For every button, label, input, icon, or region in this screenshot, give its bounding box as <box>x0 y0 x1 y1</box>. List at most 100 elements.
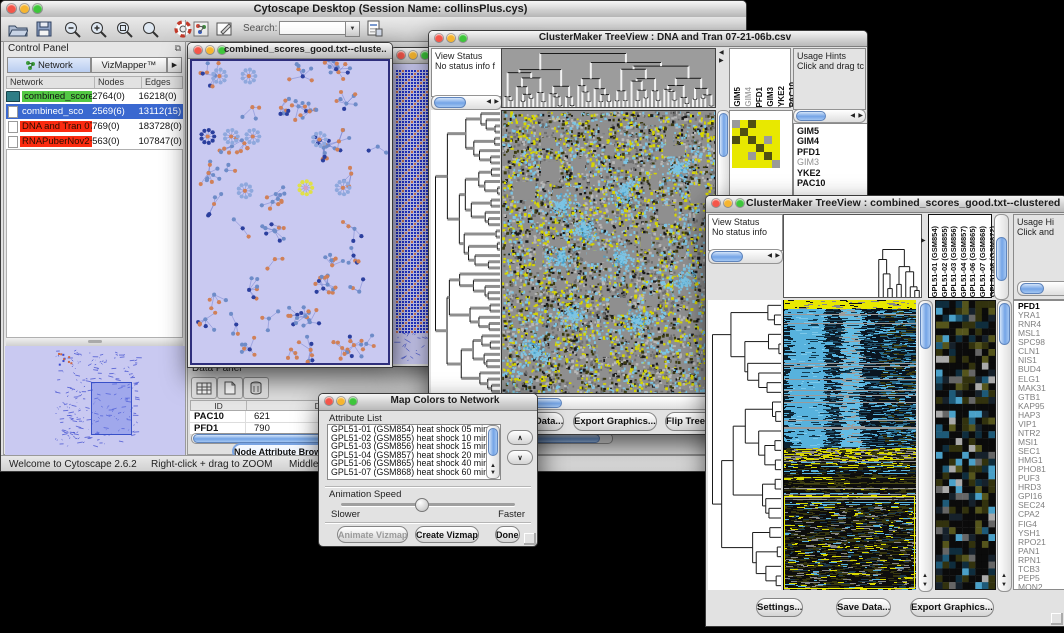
tv1-column-label[interactable]: GIM5 <box>733 87 742 107</box>
tv1-vscroll-thumb[interactable] <box>719 113 728 157</box>
close-icon[interactable] <box>194 46 202 54</box>
attribute-list-vscrollbar[interactable]: ▲ ▼ <box>486 425 500 479</box>
scroll-up-icon[interactable]: ▲ <box>1001 573 1007 579</box>
done-button[interactable]: Done <box>495 526 520 543</box>
tv1-usage-hscroll-thumb[interactable] <box>796 111 826 121</box>
tv1-row-dendrogram[interactable] <box>431 110 500 394</box>
tv2-heatmap[interactable] <box>783 300 916 590</box>
network-row[interactable]: RNAPuberNov2+563(0)107847(0) <box>6 134 183 149</box>
scroll-down-icon[interactable]: ▼ <box>922 582 928 588</box>
network-row[interactable]: combined_sco2569(6)13112(15) <box>6 104 183 119</box>
tv2-labels-vscrollbar[interactable] <box>994 214 1009 300</box>
main-title-bar[interactable]: Cytoscape Desktop (Session Name: collins… <box>1 1 746 18</box>
network-canvas[interactable] <box>190 59 390 365</box>
close-icon[interactable] <box>7 4 16 13</box>
open-session-button[interactable] <box>6 19 30 38</box>
close-icon[interactable] <box>435 34 443 42</box>
nav-right-icon[interactable]: ▶ <box>719 58 724 64</box>
treeview1-title-bar[interactable]: ClusterMaker TreeView : DNA and Tran 07-… <box>429 31 867 47</box>
tv2-vscroll-thumb[interactable] <box>920 303 931 349</box>
zoom-in-button[interactable] <box>87 19 111 38</box>
background-network-view[interactable] <box>393 64 433 364</box>
tv1-column-label[interactable]: GIM4 <box>744 87 753 107</box>
treeview2-title-bar[interactable]: ClusterMaker TreeView : combined_scores_… <box>706 196 1064 213</box>
nav-right-icon[interactable]: ▶ <box>921 238 926 244</box>
tv1-column-label[interactable]: PFD1 <box>755 87 764 107</box>
scroll-left-icon[interactable]: ◀ <box>767 253 772 259</box>
tv2-row-dendrogram[interactable] <box>708 300 781 590</box>
tv2-zoom-vscroll-thumb[interactable] <box>999 303 1010 345</box>
resize-grip[interactable] <box>524 533 536 545</box>
close-icon[interactable] <box>325 397 333 405</box>
scroll-down-icon[interactable]: ▼ <box>490 470 496 476</box>
move-up-button[interactable]: ∧ <box>507 430 533 445</box>
zoom-selected-button[interactable] <box>113 19 137 38</box>
speed-slider-thumb[interactable] <box>415 498 429 512</box>
minimize-icon[interactable] <box>206 46 214 54</box>
panel-splitter[interactable] <box>6 338 183 346</box>
tv2-vscrollbar[interactable]: ▲ ▼ <box>918 300 933 592</box>
col-network[interactable]: Network <box>7 77 95 88</box>
network-row[interactable]: DNA and Tran 07769(0)183728(0) <box>6 119 183 134</box>
save-session-button[interactable] <box>32 19 56 38</box>
col-edges[interactable]: Edges <box>142 77 182 88</box>
tv1-gene-label[interactable]: PAC10 <box>797 178 868 188</box>
tv2-usage-hscrollbar[interactable] <box>1017 281 1064 296</box>
attribute-select-button[interactable] <box>191 377 217 399</box>
close-icon[interactable] <box>397 51 405 59</box>
zoom-fit-button[interactable] <box>139 19 163 38</box>
scroll-left-icon[interactable]: ◀ <box>486 99 491 105</box>
tv1-column-dendrogram[interactable] <box>501 48 716 108</box>
minimize-icon[interactable] <box>20 4 29 13</box>
create-vizmap-button[interactable]: Create Vizmap <box>415 526 479 543</box>
tv2-usage-hscroll-thumb[interactable] <box>1020 283 1044 294</box>
scroll-down-icon[interactable]: ▼ <box>1001 582 1007 588</box>
tv2-zoom-heatmap[interactable] <box>935 300 996 590</box>
minimize-icon[interactable] <box>337 397 345 405</box>
tv2-column-dendrogram[interactable] <box>783 214 922 298</box>
tv1-mini-matrix[interactable] <box>732 120 780 170</box>
attribute-list-vscroll-thumb[interactable] <box>488 428 498 456</box>
tab-network[interactable]: Network <box>7 57 91 73</box>
resize-grip[interactable] <box>1051 613 1063 625</box>
nav-left-icon[interactable]: ◀ <box>719 50 724 56</box>
scroll-up-icon[interactable]: ▲ <box>490 463 496 469</box>
minimize-icon[interactable] <box>409 51 417 59</box>
new-attribute-button[interactable] <box>217 377 243 399</box>
search-input[interactable] <box>279 21 347 35</box>
tv2-column-label[interactable]: GPL51-02 (GSM855) <box>941 226 950 297</box>
tv1-usage-hscrollbar[interactable]: ◀ ▶ <box>793 109 866 123</box>
move-down-button[interactable]: ∨ <box>507 450 533 465</box>
tab-vizmapper[interactable]: VizMapper™ <box>91 57 167 73</box>
annotation-button[interactable] <box>213 19 237 38</box>
dialog-title-bar[interactable]: Map Colors to Network <box>319 394 537 411</box>
tv1-gene-label[interactable]: GIM5 <box>797 126 868 136</box>
search-dropdown-icon[interactable]: ▼ <box>345 21 360 37</box>
report-button[interactable] <box>363 19 387 38</box>
attribute-item[interactable]: GPL51-07 (GSM868) heat shock 60 min <box>328 468 500 477</box>
tv2-save-data-button[interactable]: Save Data... <box>836 598 891 617</box>
scroll-up-icon[interactable]: ▲ <box>922 573 928 579</box>
zoom-icon[interactable] <box>349 397 357 405</box>
network-row[interactable]: combined_scores2764(0)16218(0) <box>6 89 183 104</box>
tv1-export-graphics-button[interactable]: Export Graphics... <box>573 412 657 431</box>
zoom-icon[interactable] <box>459 34 467 42</box>
zoom-icon[interactable] <box>736 199 744 207</box>
scroll-right-icon[interactable]: ▶ <box>858 113 863 119</box>
tv1-gene-label[interactable]: GIM3 <box>797 157 868 167</box>
close-icon[interactable] <box>712 199 720 207</box>
tv2-zoom-vscrollbar[interactable]: ▲ ▼ <box>997 300 1012 592</box>
tv2-status-hscrollbar[interactable]: ◀ ▶ <box>708 249 783 264</box>
tv1-heatmap[interactable] <box>501 110 716 394</box>
scroll-right-icon[interactable]: ▶ <box>494 99 499 105</box>
zoom-out-button[interactable] <box>61 19 85 38</box>
scroll-left-icon[interactable]: ◀ <box>850 113 855 119</box>
col-nodes[interactable]: Nodes <box>95 77 142 88</box>
tv2-export-graphics-button[interactable]: Export Graphics... <box>910 598 994 617</box>
network-editor-button[interactable] <box>189 19 213 38</box>
tv2-status-hscroll-thumb[interactable] <box>711 251 743 262</box>
animate-vizmap-button[interactable]: Animate Vizmap <box>337 526 408 543</box>
birds-eye-view[interactable] <box>5 346 185 455</box>
scroll-right-icon[interactable]: ▶ <box>775 253 780 259</box>
tv2-column-label[interactable]: GPL51-06 (GSM865) <box>969 226 978 297</box>
